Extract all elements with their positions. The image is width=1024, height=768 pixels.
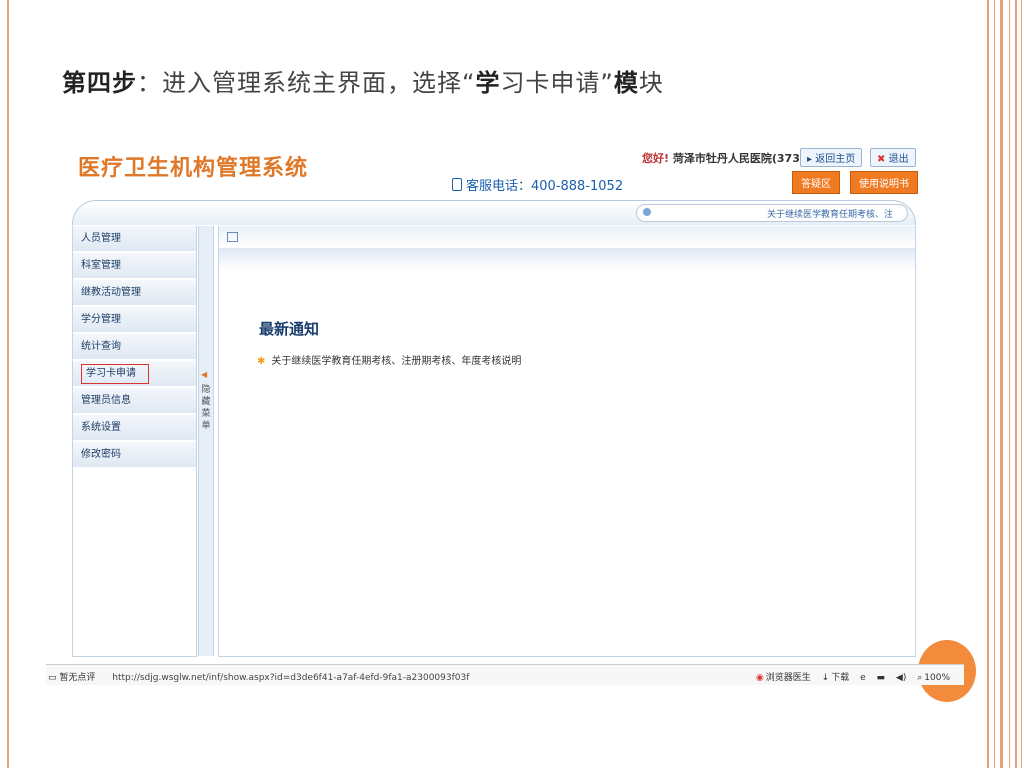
status-comment[interactable]: 暂无点评 [59, 673, 95, 683]
download-icon: ↓ [821, 673, 830, 683]
ie-icon[interactable]: e [860, 673, 866, 683]
sidebar-item-department[interactable]: 科室管理 [73, 253, 196, 279]
comment-icon: ▭ [48, 673, 57, 683]
study-card-highlight: 学习卡申请 [81, 364, 149, 384]
status-right: ◉ 浏览器医生 ↓ 下载 e ▬ ◀) ⌕ 100% [748, 670, 950, 683]
manual-button[interactable]: 使用说明书 [850, 171, 918, 194]
speaker-icon[interactable]: ◀) [896, 673, 906, 683]
browser-doctor[interactable]: 浏览器医生 [766, 673, 811, 683]
hotline-text: 客服电话：400-888-1052 [466, 179, 624, 194]
status-left: ▭ 暂无点评 http://sdjg.wsglw.net/inf/show.as… [48, 670, 469, 683]
content-shade [219, 248, 915, 270]
app-header: 医疗卫生机构管理系统 客服电话：400-888-1052 您好! 菏泽市牡丹人民… [62, 138, 918, 198]
document-icon [227, 232, 238, 242]
sidebar: 人员管理 科室管理 继教活动管理 学分管理 统计查询 学习卡申请 管理员信息 系… [72, 226, 197, 657]
faq-button[interactable]: 答疑区 [792, 171, 840, 194]
slide-title-bold-3: 模 [613, 69, 639, 97]
greeting-hi: 您好! [642, 152, 670, 165]
sidebar-item-password[interactable]: 修改密码 [73, 442, 196, 468]
sidebar-item-statistics[interactable]: 统计查询 [73, 334, 196, 360]
slide-title-bold-2: 学 [475, 69, 501, 97]
phone-icon [452, 178, 462, 191]
slide-title-text-2: 习卡申请” [500, 69, 614, 97]
status-url: http://sdjg.wsglw.net/inf/show.aspx?id=d… [112, 673, 470, 683]
zoom-level[interactable]: 100% [924, 673, 950, 683]
chevron-left-icon: ◀ [201, 370, 208, 379]
menu-toggle-label: 隐藏菜单 [201, 385, 211, 431]
browser-status-bar: ▭ 暂无点评 http://sdjg.wsglw.net/inf/show.as… [46, 664, 964, 685]
slide-title-text: ：进入管理系统主界面，选择“ [137, 69, 476, 97]
slide-right-decoration [985, 0, 1024, 768]
sidebar-item-credits[interactable]: 学分管理 [73, 307, 196, 333]
sidebar-item-admin-info[interactable]: 管理员信息 [73, 388, 196, 414]
screen-icon[interactable]: ▬ [877, 673, 886, 683]
zoom-icon: ⌕ [917, 673, 923, 683]
content-toolbar [219, 226, 915, 248]
menu-toggle[interactable]: ◀ 隐藏菜单 [198, 226, 214, 656]
star-bullet-icon: ✱ [257, 356, 266, 367]
sidebar-item-study-card[interactable]: 学习卡申请 [73, 361, 196, 387]
sidebar-item-activities[interactable]: 继教活动管理 [73, 280, 196, 306]
marquee-text: 关于继续医学教育任期考核、注 [766, 210, 893, 220]
app-title: 医疗卫生机构管理系统 [78, 156, 309, 181]
notice-marquee[interactable]: 关于继续医学教育任期考核、注 [636, 204, 908, 222]
hotline: 客服电话：400-888-1052 [452, 175, 623, 194]
slide-title-text-3: 块 [638, 69, 664, 97]
slide-title-step: 第四步 [62, 69, 137, 97]
shield-icon: ◉ [755, 673, 764, 683]
app-window: 医疗卫生机构管理系统 客服电话：400-888-1052 您好! 菏泽市牡丹人民… [62, 138, 918, 658]
notice-item[interactable]: ✱ 关于继续医学教育任期考核、注册期考核、年度考核说明 [257, 352, 521, 367]
close-icon: ✖ [877, 154, 886, 165]
slide-title: 第四步：进入管理系统主界面，选择“学习卡申请”模块 [62, 63, 664, 98]
sidebar-item-settings[interactable]: 系统设置 [73, 415, 196, 441]
slide-left-rule [7, 0, 9, 768]
notice-item-text: 关于继续医学教育任期考核、注册期考核、年度考核说明 [271, 356, 522, 367]
search-icon [643, 208, 651, 216]
notice-title: 最新通知 [259, 320, 320, 338]
download-label[interactable]: 下载 [831, 673, 849, 683]
sidebar-item-personnel[interactable]: 人员管理 [73, 226, 196, 252]
home-button[interactable]: ▸ 返回主页 [800, 148, 863, 167]
main-content: 最新通知 ✱ 关于继续医学教育任期考核、注册期考核、年度考核说明 [218, 226, 916, 657]
logout-button[interactable]: ✖ 退出 [870, 148, 916, 167]
